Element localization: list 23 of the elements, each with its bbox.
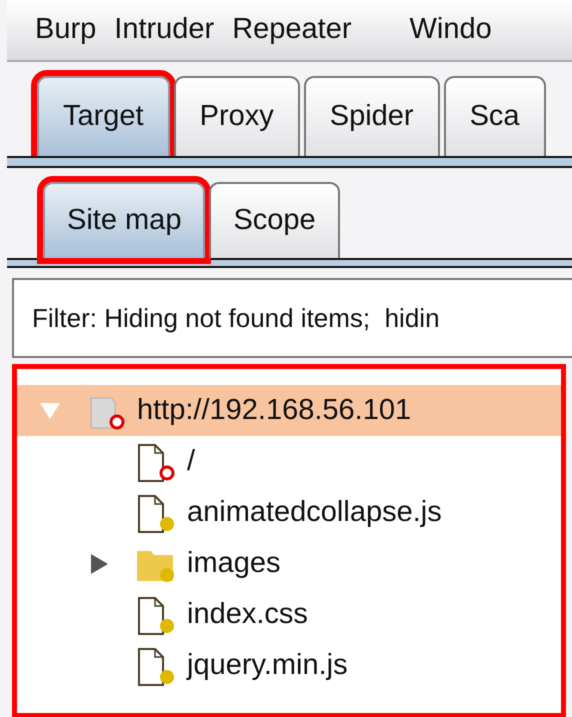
filter-text: Filter: Hiding not found items; hidin [32,302,440,334]
tab[interactable]: Sca [444,76,546,156]
tree-row[interactable]: / [17,436,561,487]
tree-row[interactable]: http://192.168.56.101 [17,385,561,436]
tree-label: / [187,444,196,479]
tree-row[interactable]: jquery.min.js [17,640,561,691]
menu-item[interactable]: Burp [35,8,96,52]
menu-item[interactable]: Intruder [114,8,214,52]
menu-item[interactable]: Repeater [232,8,352,52]
tree-row[interactable]: animatedcollapse.js [17,487,561,538]
tab[interactable]: Spider [304,76,440,156]
tree-label: images [187,546,280,581]
tree-row[interactable]: images [17,538,561,589]
collapsed-triangle-icon[interactable] [89,552,109,574]
tree-label: index.css [187,596,308,632]
filter-bar[interactable]: Filter: Hiding not found items; hidin [12,278,572,358]
tab[interactable]: Scope [209,182,340,258]
menu-item[interactable]: Windo [410,8,492,52]
tree-label: http://192.168.56.101 [137,392,412,428]
tree-label: animatedcollapse.js [187,494,442,530]
tree-row[interactable]: index.css [17,589,561,640]
tab[interactable]: Proxy [174,76,300,156]
tree-label: jquery.min.js [187,648,348,683]
